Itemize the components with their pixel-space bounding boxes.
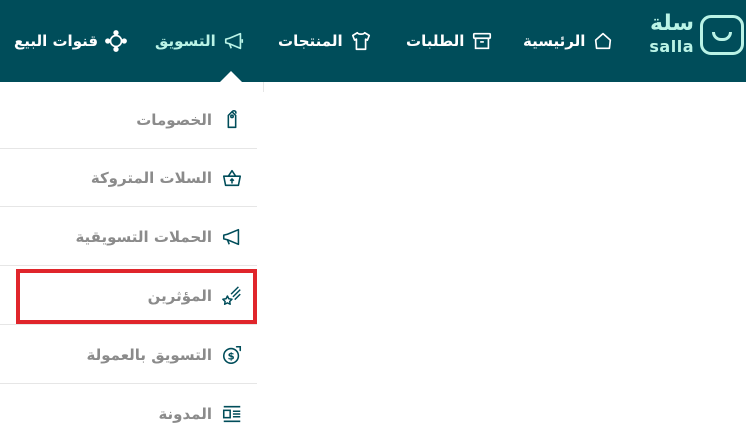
- menu-item-discounts[interactable]: الخصومات: [0, 91, 257, 149]
- salla-logo-mark: [700, 15, 744, 55]
- nav-item-sales-channels[interactable]: قنوات البيع: [14, 29, 127, 53]
- menu-item-label: المدونة: [158, 405, 212, 423]
- nav-item-orders[interactable]: الطلبات: [406, 29, 493, 53]
- nav-item-label: المنتجات: [278, 32, 343, 50]
- logo-smile: [712, 32, 732, 41]
- sales-channels-icon: [105, 30, 127, 52]
- brand-name-arabic: سلة: [650, 11, 694, 36]
- nav-item-label: الرئيسية: [523, 32, 586, 50]
- menu-item-label: الخصومات: [136, 110, 212, 129]
- nav-item-label: التسويق: [155, 32, 216, 50]
- blog-icon: [221, 403, 243, 425]
- svg-text:$: $: [228, 351, 235, 362]
- archive-box-icon: [471, 30, 493, 52]
- menu-item-label: السلات المتروكة: [90, 168, 212, 187]
- menu-item-label: الحملات التسويقية: [75, 227, 212, 246]
- shirt-icon: [350, 30, 372, 52]
- nav-item-label: قنوات البيع: [14, 32, 99, 50]
- home-icon: [592, 30, 614, 52]
- nav-item-products[interactable]: المنتجات: [278, 29, 372, 53]
- menu-item-label: التسويق بالعمولة: [86, 345, 213, 364]
- megaphone-icon: [221, 226, 243, 248]
- menu-item-marketing-campaigns[interactable]: الحملات التسويقية: [0, 208, 257, 266]
- discount-tag-icon: [221, 109, 243, 131]
- affiliate-money-icon: $: [221, 344, 243, 366]
- abandoned-cart-icon: [221, 167, 243, 189]
- divider: [263, 82, 264, 92]
- brand-name-english: salla: [649, 37, 694, 56]
- menu-item-affiliate-marketing[interactable]: التسويق بالعمولة $: [0, 326, 257, 384]
- influencers-highlight-box: [16, 269, 257, 324]
- top-navigation-bar: سلة salla الرئيسية الطلبات المنتجات التس…: [0, 0, 746, 82]
- nav-item-marketing[interactable]: التسويق: [155, 29, 245, 53]
- nav-item-label: الطلبات: [406, 32, 465, 50]
- menu-item-blog[interactable]: المدونة: [0, 385, 257, 443]
- menu-item-abandoned-carts[interactable]: السلات المتروكة: [0, 149, 257, 207]
- dropdown-pointer: [220, 71, 242, 82]
- megaphone-icon: [223, 30, 245, 52]
- nav-item-home[interactable]: الرئيسية: [523, 29, 614, 53]
- salla-logo[interactable]: سلة salla: [632, 11, 744, 61]
